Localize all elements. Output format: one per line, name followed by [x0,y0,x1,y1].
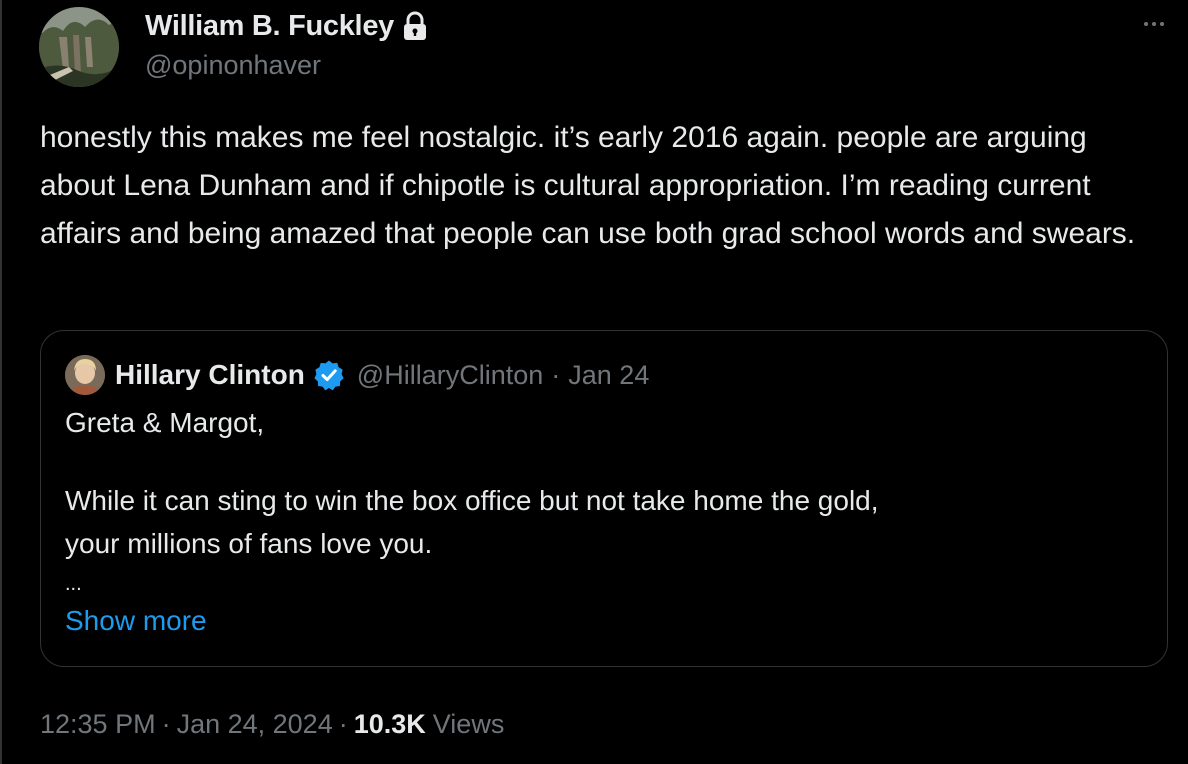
quoted-tweet-text: Greta & Margot, While it can sting to wi… [65,403,1135,598]
tweet-text: honestly this makes me feel nostalgic. i… [40,121,1136,250]
show-more-link[interactable]: Show more [65,605,207,637]
views-label: Views [432,708,505,739]
author-avatar[interactable] [39,7,119,87]
author-name-row: William B. Fuckley [145,8,428,44]
quoted-avatar-photo [65,355,105,395]
lock-icon [403,11,426,40]
left-edge-divider [0,0,2,764]
views-count: 10.3K [353,708,426,739]
quoted-tweet-date[interactable]: Jan 24 [568,360,649,391]
meta-separator: · [338,708,348,739]
quoted-tweet-header: Hillary Clinton @HillaryClinton · Jan 24 [65,353,649,397]
quoted-tweet-card[interactable]: Hillary Clinton @HillaryClinton · Jan 24… [40,330,1168,667]
verified-badge-icon [314,360,344,391]
more-horizontal-icon[interactable] [1136,10,1172,38]
author-handle[interactable]: @opinonhaver [145,50,321,81]
quoted-ellipsis: ... [65,573,82,595]
quoted-author-name[interactable]: Hillary Clinton [115,359,305,391]
header-separator: · [551,359,561,390]
quoted-author-avatar[interactable] [65,355,105,395]
meta-separator: · [161,708,171,739]
more-dot [1144,22,1148,26]
quoted-line: While it can sting to win the box office… [65,485,879,516]
more-dot [1152,22,1156,26]
quoted-author-handle[interactable]: @HillaryClinton [357,360,543,391]
quoted-line: your millions of fans love you. [65,528,433,559]
tweet-date[interactable]: Jan 24, 2024 [177,709,333,740]
avatar-photo [39,7,119,87]
tweet-time[interactable]: 12:35 PM [40,709,156,740]
tweet-meta-row: 12:35 PM · Jan 24, 2024 · 10.3K Views [40,704,504,744]
more-dot [1160,22,1164,26]
quoted-line: Greta & Margot, [65,407,265,438]
author-display-name[interactable]: William B. Fuckley [145,10,394,43]
